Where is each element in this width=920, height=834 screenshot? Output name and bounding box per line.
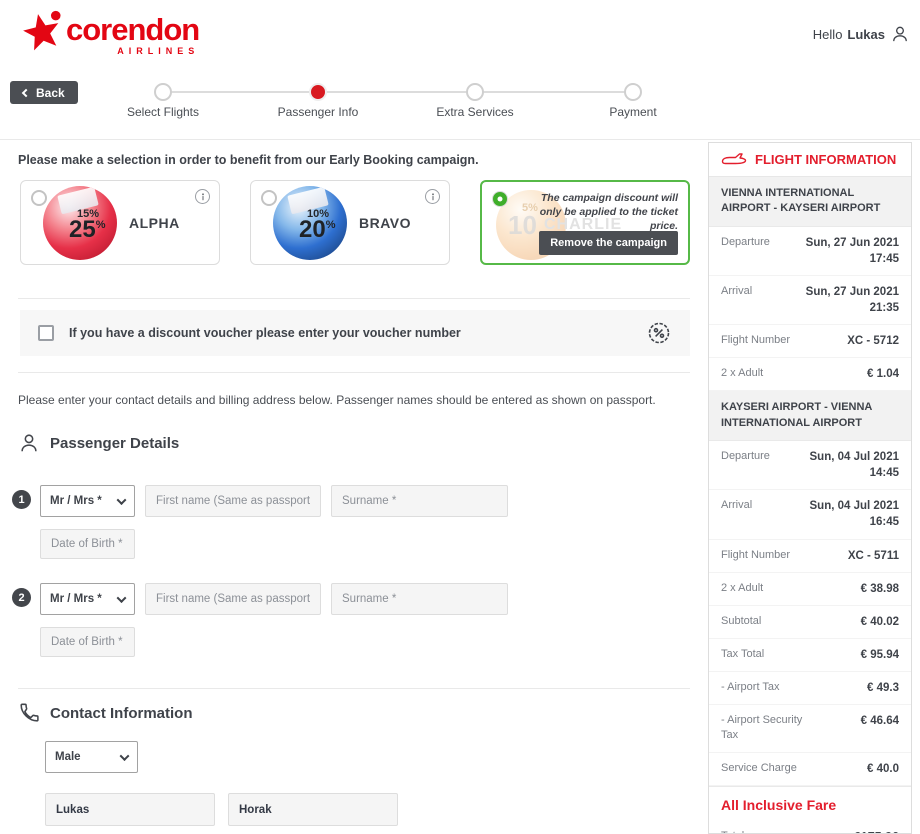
radio-bravo[interactable] <box>261 190 277 206</box>
airport-tax-row: - Airport Tax € 49.3 <box>709 672 911 705</box>
passenger-2-number: 2 <box>12 588 31 607</box>
flight-information-title: FLIGHT INFORMATION <box>755 152 896 167</box>
passenger-1-first-name-input[interactable] <box>145 485 321 517</box>
phone-icon <box>18 702 40 724</box>
stepper-track <box>163 91 633 93</box>
contact-information-title: Contact Information <box>50 705 193 722</box>
remove-campaign-button[interactable]: Remove the campaign <box>539 231 678 255</box>
divider <box>18 298 690 299</box>
chevron-down-icon <box>117 593 127 603</box>
step-circle-select-flights[interactable] <box>154 83 172 101</box>
passenger-2-first-name-input[interactable] <box>145 583 321 615</box>
discount-badge-icon <box>646 320 672 346</box>
flight-detail-row: Flight Number XC - 5712 <box>709 325 911 358</box>
star-logo-icon <box>20 8 64 58</box>
bravo-card-name: BRAVO <box>359 215 411 231</box>
back-button[interactable]: Back <box>10 81 78 104</box>
voucher-label: If you have a discount voucher please en… <box>69 326 461 340</box>
step-label-payment: Payment <box>609 105 656 119</box>
contact-first-name-input[interactable] <box>45 793 215 826</box>
contact-last-name-input[interactable] <box>228 793 398 826</box>
bravo-big-percent: 20 <box>299 216 326 243</box>
brand-subtitle: AIRLINES <box>66 46 199 56</box>
step-label-select-flights: Select Flights <box>127 105 199 119</box>
step-circle-passenger-info[interactable] <box>309 83 327 101</box>
chevron-down-icon <box>117 495 127 505</box>
flight-detail-row: 2 x Adult € 1.04 <box>709 358 911 391</box>
passenger-1-dob-input[interactable] <box>40 529 135 559</box>
radio-charlie-selected[interactable] <box>492 191 508 207</box>
route-header-return: KAYSERI AIRPORT - VIENNA INTERNATIONAL A… <box>709 391 911 441</box>
passenger-1-title-select[interactable]: Mr / Mrs * <box>40 485 135 517</box>
flight-information-panel: FLIGHT INFORMATION VIENNA INTERNATIONAL … <box>708 142 912 834</box>
all-inclusive-fare-title: All Inclusive Fare <box>709 786 911 821</box>
tax-total-row: Tax Total € 95.94 <box>709 639 911 672</box>
step-label-extra-services: Extra Services <box>436 105 513 119</box>
user-greeting[interactable]: Hello Lukas <box>813 24 910 44</box>
passenger-1-number: 1 <box>12 490 31 509</box>
bravo-gift-image: 10% 20% <box>273 186 347 260</box>
flight-detail-row: Departure Sun, 04 Jul 2021 14:45 <box>709 441 911 490</box>
back-label: Back <box>36 86 65 100</box>
campaign-card-alpha[interactable]: 15% 25% ALPHA <box>20 180 220 265</box>
flight-detail-row: Flight Number XC - 5711 <box>709 540 911 573</box>
user-name: Lukas <box>847 27 885 42</box>
campaign-card-bravo[interactable]: 10% 20% BRAVO <box>250 180 450 265</box>
passenger-1-surname-input[interactable] <box>331 485 508 517</box>
divider <box>18 372 690 373</box>
passenger-details-title: Passenger Details <box>50 435 179 452</box>
step-label-passenger-info: Passenger Info <box>278 105 359 119</box>
campaign-card-charlie[interactable]: 5% 10 CHARLIE The campaign discount will… <box>480 180 690 265</box>
contact-gender-select[interactable]: Male <box>45 741 138 773</box>
airport-security-tax-row: - Airport Security Tax € 46.64 <box>709 705 911 753</box>
corendon-logo[interactable]: corendon AIRLINES <box>20 8 199 58</box>
passenger-details-heading: Passenger Details <box>18 432 179 454</box>
divider <box>18 688 690 689</box>
flight-information-header: FLIGHT INFORMATION <box>709 143 911 177</box>
user-icon <box>890 24 910 44</box>
flight-detail-row: Arrival Sun, 27 Jun 2021 21:35 <box>709 276 911 325</box>
header-divider <box>0 139 920 140</box>
chevron-down-icon <box>120 751 130 761</box>
passenger-2-title-select[interactable]: Mr / Mrs * <box>40 583 135 615</box>
contact-instructions: Please enter your contact details and bi… <box>18 393 656 407</box>
alpha-gift-image: 15% 25% <box>43 186 117 260</box>
airplane-icon <box>721 152 747 167</box>
greeting-text: Hello <box>813 27 843 42</box>
brand-name: corendon <box>66 14 199 45</box>
voucher-bar: If you have a discount voucher please en… <box>20 310 690 356</box>
charlie-discount-note: The campaign discount will only be appli… <box>526 191 678 234</box>
route-header-outbound: VIENNA INTERNATIONAL AIRPORT - KAYSERI A… <box>709 177 911 227</box>
step-circle-payment[interactable] <box>624 83 642 101</box>
person-icon <box>18 432 40 454</box>
radio-alpha[interactable] <box>31 190 47 206</box>
service-charge-row: Service Charge € 40.0 <box>709 753 911 786</box>
step-circle-extra-services[interactable] <box>466 83 484 101</box>
alpha-big-percent: 25 <box>69 216 96 243</box>
voucher-checkbox[interactable] <box>38 325 54 341</box>
flight-detail-row: Arrival Sun, 04 Jul 2021 16:45 <box>709 490 911 539</box>
booking-page: corendon AIRLINES Hello Lukas Back Selec… <box>0 0 920 834</box>
passenger-2-surname-input[interactable] <box>331 583 508 615</box>
contact-information-heading: Contact Information <box>18 702 193 724</box>
campaign-intro: Please make a selection in order to bene… <box>18 153 479 167</box>
total-row: Total €175.96 <box>709 821 911 834</box>
passenger-2-dob-input[interactable] <box>40 627 135 657</box>
flight-detail-row: Departure Sun, 27 Jun 2021 17:45 <box>709 227 911 276</box>
info-icon[interactable] <box>195 189 210 204</box>
back-chevron-icon <box>22 88 30 96</box>
flight-detail-row: 2 x Adult € 38.98 <box>709 573 911 606</box>
alpha-card-name: ALPHA <box>129 215 180 231</box>
subtotal-row: Subtotal € 40.02 <box>709 606 911 639</box>
info-icon[interactable] <box>425 189 440 204</box>
